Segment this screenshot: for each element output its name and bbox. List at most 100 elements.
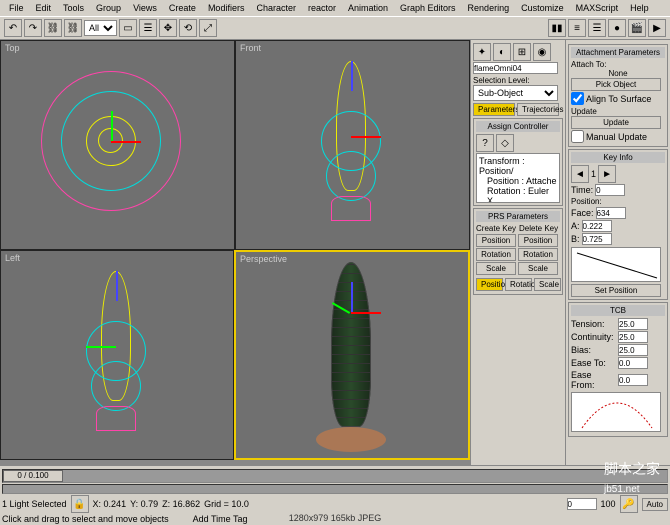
material-icon[interactable]: ● bbox=[608, 19, 626, 37]
mirror-icon[interactable]: ▮▮ bbox=[548, 19, 566, 37]
delete-scale-button[interactable]: Scale bbox=[518, 262, 558, 275]
a-input[interactable] bbox=[582, 220, 612, 232]
time-slider[interactable]: 0 / 0.100 bbox=[2, 469, 668, 483]
align-checkbox[interactable] bbox=[571, 92, 584, 105]
link-icon[interactable]: ⛓ bbox=[44, 19, 62, 37]
prev-key-icon[interactable]: ◄ bbox=[571, 165, 589, 183]
continuity-input[interactable] bbox=[618, 331, 648, 343]
easeto-input[interactable] bbox=[618, 357, 648, 369]
menu-customize[interactable]: Customize bbox=[516, 1, 569, 15]
viewport-perspective[interactable]: Perspective bbox=[234, 250, 470, 460]
controller-tree[interactable]: Transform : Position/ Position : Attache… bbox=[476, 153, 560, 203]
axis-x bbox=[351, 312, 381, 314]
menu-group[interactable]: Group bbox=[91, 1, 126, 15]
rotate-icon[interactable]: ⟲ bbox=[179, 19, 197, 37]
time-slider-handle[interactable]: 0 / 0.100 bbox=[3, 470, 63, 482]
menu-grapheditors[interactable]: Graph Editors bbox=[395, 1, 461, 15]
menu-tools[interactable]: Tools bbox=[58, 1, 89, 15]
make-unique-icon[interactable]: ◇ bbox=[496, 134, 514, 152]
tree-rotation[interactable]: Rotation : Euler X bbox=[479, 186, 557, 203]
lock-icon[interactable]: 🔒 bbox=[71, 495, 89, 513]
redo-icon[interactable]: ↷ bbox=[24, 19, 42, 37]
menu-animation[interactable]: Animation bbox=[343, 1, 393, 15]
hierarchy-tab-icon[interactable]: ⊞ bbox=[513, 43, 531, 61]
trajectories-button[interactable]: Trajectories bbox=[517, 103, 559, 116]
menu-help[interactable]: Help bbox=[625, 1, 654, 15]
menu-file[interactable]: File bbox=[4, 1, 29, 15]
create-tab-icon[interactable]: ✦ bbox=[473, 43, 491, 61]
menu-character[interactable]: Character bbox=[251, 1, 301, 15]
position-curve bbox=[571, 247, 661, 282]
prs-scale-button[interactable]: Scale bbox=[534, 278, 561, 291]
attach-params-title: Attachment Parameters bbox=[571, 47, 665, 58]
auto-key-button[interactable]: Auto bbox=[642, 498, 668, 511]
image-info: 1280x979 165kb JPEG bbox=[289, 513, 382, 523]
time-tag[interactable]: Add Time Tag bbox=[193, 514, 248, 524]
create-pos-button[interactable]: Position bbox=[476, 234, 516, 247]
attach-to-label: Attach To: bbox=[571, 60, 665, 69]
align-icon[interactable]: ≡ bbox=[568, 19, 586, 37]
prs-title: PRS Parameters bbox=[476, 211, 560, 222]
menu-maxscript[interactable]: MAXScript bbox=[571, 1, 624, 15]
axis-z bbox=[116, 271, 118, 301]
tension-label: Tension: bbox=[571, 319, 616, 329]
tension-input[interactable] bbox=[618, 318, 648, 330]
prs-rotation-button[interactable]: Rotation bbox=[505, 278, 532, 291]
quickrender-icon[interactable]: ▶ bbox=[648, 19, 666, 37]
axis-z bbox=[351, 282, 353, 312]
menu-rendering[interactable]: Rendering bbox=[463, 1, 515, 15]
undo-icon[interactable]: ↶ bbox=[4, 19, 22, 37]
set-position-button[interactable]: Set Position bbox=[571, 284, 661, 297]
pick-object-button[interactable]: Pick Object bbox=[571, 78, 661, 91]
menu-create[interactable]: Create bbox=[164, 1, 201, 15]
object-name-input[interactable] bbox=[473, 62, 558, 74]
scale-icon[interactable]: ⤢ bbox=[199, 19, 217, 37]
face-label: Face: bbox=[571, 208, 594, 218]
viewport-container: Top Front Left bbox=[0, 40, 470, 465]
viewport-left[interactable]: Left bbox=[0, 250, 234, 460]
delete-pos-button[interactable]: Position bbox=[518, 234, 558, 247]
select-icon[interactable]: ▭ bbox=[119, 19, 137, 37]
update-button[interactable]: Update bbox=[571, 116, 661, 129]
track-bar[interactable] bbox=[2, 484, 668, 494]
b-input[interactable] bbox=[582, 233, 612, 245]
time-input[interactable] bbox=[595, 184, 625, 196]
manual-checkbox[interactable] bbox=[571, 130, 584, 143]
unlink-icon[interactable]: ⛓ bbox=[64, 19, 82, 37]
easefrom-input[interactable] bbox=[618, 374, 648, 386]
axis-y bbox=[111, 111, 113, 141]
modify-tab-icon[interactable]: ◐ bbox=[493, 43, 511, 61]
bias-input[interactable] bbox=[618, 344, 648, 356]
tree-position[interactable]: Position : Attache bbox=[479, 176, 557, 186]
parameters-button[interactable]: Parameters bbox=[473, 103, 515, 116]
menu-reactor[interactable]: reactor bbox=[303, 1, 341, 15]
selection-filter[interactable]: All bbox=[84, 20, 117, 36]
create-rot-button[interactable]: Rotation bbox=[476, 248, 516, 261]
create-scale-button[interactable]: Scale bbox=[476, 262, 516, 275]
align-label: Align To Surface bbox=[586, 94, 651, 104]
render-icon[interactable]: 🎬 bbox=[628, 19, 646, 37]
menu-edit[interactable]: Edit bbox=[31, 1, 57, 15]
time-label: Time: bbox=[571, 185, 593, 195]
face-input[interactable] bbox=[596, 207, 626, 219]
motion-tab-icon[interactable]: ◉ bbox=[533, 43, 551, 61]
frame-input[interactable] bbox=[567, 498, 597, 510]
coord-x: X: 0.241 bbox=[93, 499, 127, 509]
assign-controller-title: Assign Controller bbox=[476, 121, 560, 132]
assign-icon[interactable]: ? bbox=[476, 134, 494, 152]
key-icon[interactable]: 🔑 bbox=[620, 495, 638, 513]
move-icon[interactable]: ✥ bbox=[159, 19, 177, 37]
viewport-top[interactable]: Top bbox=[0, 40, 235, 250]
prs-position-button[interactable]: Position bbox=[476, 278, 503, 291]
menu-views[interactable]: Views bbox=[128, 1, 162, 15]
menu-modifiers[interactable]: Modifiers bbox=[203, 1, 250, 15]
next-key-icon[interactable]: ► bbox=[598, 165, 616, 183]
subobject-select[interactable]: Sub-Object bbox=[473, 85, 558, 101]
viewport-front[interactable]: Front bbox=[235, 40, 470, 250]
manual-label: Manual Update bbox=[586, 132, 647, 142]
select-name-icon[interactable]: ☰ bbox=[139, 19, 157, 37]
attach-none-label: None bbox=[571, 69, 665, 78]
tree-transform[interactable]: Transform : Position/ bbox=[479, 156, 557, 176]
delete-rot-button[interactable]: Rotation bbox=[518, 248, 558, 261]
layer-icon[interactable]: ☰ bbox=[588, 19, 606, 37]
